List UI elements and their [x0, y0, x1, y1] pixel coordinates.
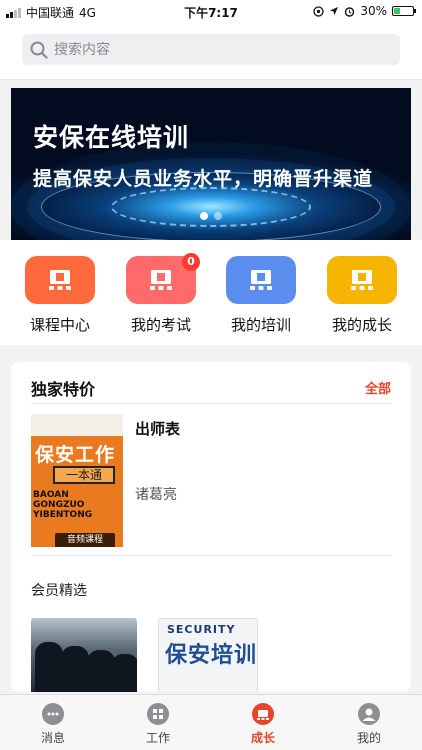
- banner-carousel[interactable]: 安保在线培训 提高保安人员业务水平，明确晋升渠道: [11, 88, 411, 240]
- quick-actions: 课程中心 0 我的考试 我的培训 我的成长: [0, 240, 422, 345]
- location-icon: [313, 5, 324, 17]
- carousel-indicator[interactable]: [11, 212, 411, 220]
- battery-percent: 30%: [360, 4, 387, 18]
- alarm-icon: [345, 6, 355, 17]
- search-input[interactable]: [54, 41, 354, 58]
- course-item[interactable]: 保安工作 一本通 BAOAN GONGZUO YIBENTONG 音频课程 出师…: [31, 414, 391, 556]
- tab-label: 成长: [250, 731, 275, 745]
- action-my-training[interactable]: 我的培训: [211, 256, 311, 335]
- course-author: 诸葛亮: [135, 487, 177, 503]
- bottom-tab-bar: 消息 工作 成长 我的: [0, 694, 422, 750]
- status-right: 30%: [313, 4, 416, 18]
- banner-ring-decoration: [111, 186, 311, 227]
- cover-subtitle: 一本通: [53, 466, 115, 484]
- monitor-icon: [49, 270, 71, 290]
- member-picks-title: 会员精选: [31, 583, 87, 599]
- search-icon: [30, 41, 48, 59]
- action-tile[interactable]: [25, 256, 95, 304]
- action-label: 我的成长: [331, 316, 392, 334]
- search-bar[interactable]: [22, 34, 400, 65]
- cover-figure: [61, 646, 89, 692]
- section-header: 独家特价 全部: [31, 372, 391, 404]
- tab-growth[interactable]: 成长: [210, 703, 316, 746]
- growth-icon: [252, 703, 274, 725]
- cover-figure: [35, 642, 63, 692]
- exam-count-badge: 0: [182, 253, 200, 271]
- navigation-arrow-icon: [330, 7, 339, 15]
- action-label: 课程中心: [29, 316, 90, 334]
- course-name: 出师表: [135, 420, 181, 438]
- exclusive-deals-card: 独家特价 全部 保安工作 一本通 BAOAN GONGZUO YIBENTONG…: [11, 362, 411, 692]
- cover-title: 保安培训: [165, 643, 258, 668]
- member-course-cover[interactable]: [31, 618, 137, 692]
- carousel-dot[interactable]: [200, 212, 208, 220]
- tab-work[interactable]: 工作: [105, 703, 211, 746]
- banner-title: 安保在线培训: [33, 123, 190, 152]
- tab-label: 工作: [145, 731, 170, 745]
- section-title: 独家特价: [31, 379, 96, 399]
- tab-label: 我的: [356, 731, 381, 745]
- cover-english: BAOAN GONGZUO YIBENTONG: [33, 490, 93, 520]
- view-all-link[interactable]: 全部: [365, 378, 391, 397]
- tab-label: 消息: [40, 731, 65, 745]
- action-label: 我的考试: [130, 316, 191, 334]
- message-icon: [42, 703, 64, 725]
- action-label: 我的培训: [230, 316, 291, 334]
- status-bar: 中国联通 4G 下午7:17 30%: [0, 0, 422, 22]
- action-course-center[interactable]: 课程中心: [10, 256, 110, 335]
- user-icon: [358, 703, 380, 725]
- cover-top-band: [31, 414, 123, 436]
- cover-figure: [111, 654, 137, 692]
- monitor-icon: [150, 270, 172, 290]
- action-tile[interactable]: 0: [126, 253, 200, 304]
- cover-title: 保安工作: [35, 444, 116, 466]
- monitor-icon: [351, 270, 373, 290]
- member-course-cover[interactable]: SECURITY 保安培训: [158, 618, 258, 692]
- carousel-dot[interactable]: [214, 212, 222, 220]
- course-cover[interactable]: 保安工作 一本通 BAOAN GONGZUO YIBENTONG 音频课程: [31, 414, 123, 547]
- action-tile[interactable]: [327, 256, 397, 304]
- banner-subtitle: 提高保安人员业务水平，明确晋升渠道: [33, 168, 374, 190]
- tab-messages[interactable]: 消息: [0, 703, 106, 746]
- action-my-exam[interactable]: 0 我的考试: [111, 253, 211, 335]
- grid-icon: [147, 703, 169, 725]
- action-my-growth[interactable]: 我的成长: [312, 256, 412, 335]
- monitor-icon: [250, 270, 272, 290]
- battery-icon: [392, 6, 416, 16]
- tab-me[interactable]: 我的: [316, 703, 422, 746]
- cover-english: SECURITY: [167, 623, 236, 636]
- action-tile[interactable]: [226, 256, 296, 304]
- search-header: [0, 22, 422, 80]
- audio-course-tag: 音频课程: [55, 533, 115, 547]
